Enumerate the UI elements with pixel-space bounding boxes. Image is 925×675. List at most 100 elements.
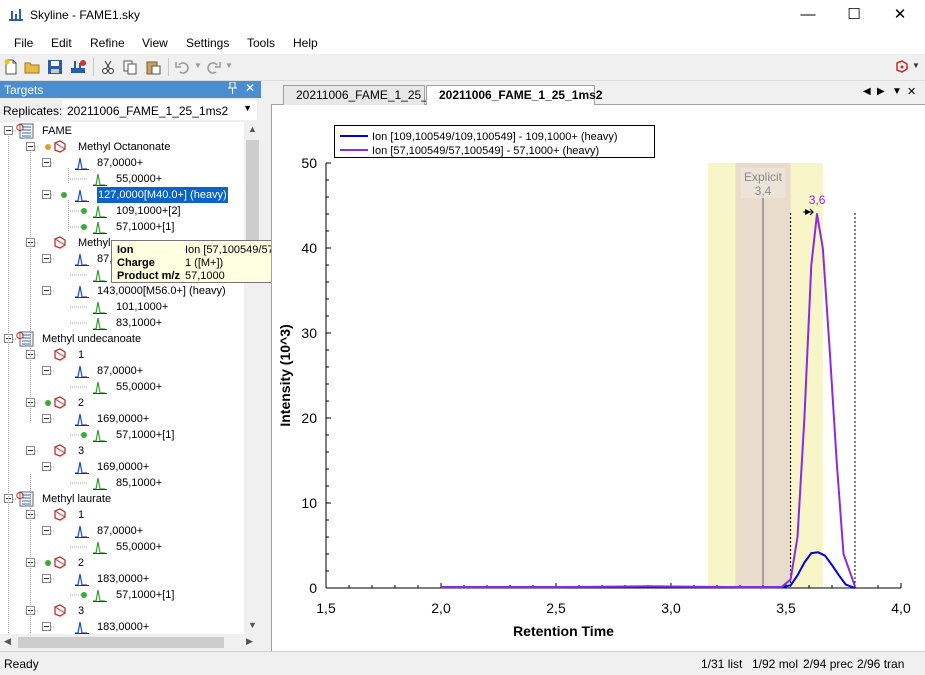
tree-node-label: 57,1000+[1] bbox=[116, 589, 175, 601]
tree-node-label: Methyl laurate bbox=[42, 493, 112, 505]
tree-node-label: 1 bbox=[78, 349, 85, 361]
minimize-button[interactable]: — bbox=[785, 0, 831, 31]
tree-node[interactable]: 57,1000+[1] bbox=[0, 427, 244, 443]
menu-view[interactable]: View bbox=[142, 36, 168, 50]
targets-tree[interactable]: FAME Methyl Octanonate 87,0000+ 55,0000+ 127… bbox=[0, 122, 244, 634]
y-tick-label: 30 bbox=[301, 325, 317, 341]
menu-help[interactable]: Help bbox=[293, 36, 318, 50]
maximize-button[interactable]: ☐ bbox=[831, 0, 877, 31]
tree-node[interactable]: 83,1000+ bbox=[0, 315, 244, 331]
tree-node[interactable]: 143,0000[M56.0+] (heavy) bbox=[0, 283, 244, 299]
tree-node[interactable]: 85,1000+ bbox=[0, 475, 244, 491]
tree-node[interactable]: 3 bbox=[0, 603, 244, 619]
tab-next-icon[interactable]: ▶ bbox=[877, 86, 885, 97]
scrollbar-thumb[interactable] bbox=[246, 140, 259, 256]
tree-node[interactable]: 87,0000+ bbox=[0, 523, 244, 539]
tree-node-label: 183,0000+ bbox=[97, 573, 150, 585]
undo-dropdown-icon[interactable]: ▼ bbox=[194, 61, 202, 70]
tree-node[interactable]: 87,0000+ bbox=[0, 155, 244, 171]
targets-title: Targets bbox=[4, 83, 44, 97]
tree-node[interactable]: 87,0000+ bbox=[0, 363, 244, 379]
tree-node[interactable]: 127,0000[M40.0+] (heavy) bbox=[0, 186, 244, 204]
tree-node[interactable]: 1 bbox=[0, 347, 244, 363]
scroll-left-icon[interactable]: ◀ bbox=[4, 636, 11, 647]
tree-node-label: 183,0000+ bbox=[97, 621, 150, 633]
molecule-dropdown-icon[interactable]: ▼ bbox=[912, 61, 920, 70]
explicit-rt-value: 3,4 bbox=[755, 184, 772, 198]
window-title: Skyline - FAME1.sky bbox=[30, 8, 141, 22]
tree-node[interactable]: 57,1000+[1] bbox=[0, 587, 244, 603]
x-tick-label: 2,0 bbox=[431, 600, 451, 616]
chromatogram-chart[interactable]: Explicit3,4 0 10 20 30 40 50 1,5 2,0 2,5 3,0 3,5 4,0… bbox=[272, 105, 925, 651]
tree-node-label: Methyl Octanonate bbox=[78, 141, 171, 153]
close-pane-icon[interactable]: ✕ bbox=[245, 81, 255, 95]
tree-vertical-scrollbar[interactable]: ▲ ▼ bbox=[244, 122, 261, 634]
y-tick-label: 20 bbox=[301, 410, 317, 426]
tab-menu-icon[interactable]: ▼ bbox=[892, 86, 902, 97]
redo-dropdown-icon[interactable]: ▼ bbox=[225, 61, 233, 70]
tree-node[interactable]: 55,0000+ bbox=[0, 379, 244, 395]
tab-close-icon[interactable]: ✕ bbox=[907, 85, 916, 98]
undo-icon[interactable] bbox=[175, 59, 191, 75]
publish-icon[interactable] bbox=[70, 59, 86, 75]
scroll-right-icon[interactable]: ▶ bbox=[246, 636, 253, 647]
tree-node[interactable]: FAME bbox=[0, 123, 244, 139]
redo-icon[interactable] bbox=[205, 59, 221, 75]
pin-icon[interactable] bbox=[228, 81, 237, 97]
scroll-up-icon[interactable]: ▲ bbox=[248, 124, 257, 134]
open-folder-icon[interactable] bbox=[24, 59, 40, 75]
menu-edit[interactable]: Edit bbox=[51, 36, 72, 50]
tree-node[interactable]: 55,0000+ bbox=[0, 539, 244, 555]
new-file-icon[interactable] bbox=[3, 59, 19, 75]
scroll-down-icon[interactable]: ▼ bbox=[248, 620, 257, 630]
tree-node[interactable]: 2 bbox=[0, 395, 244, 411]
tree-node[interactable]: Methyl laurate bbox=[0, 491, 244, 507]
y-tick-label: 10 bbox=[301, 495, 317, 511]
tree-node[interactable]: 101,1000+ bbox=[0, 299, 244, 315]
molecule-icon[interactable] bbox=[894, 59, 910, 75]
tree-node[interactable]: 183,0000+ bbox=[0, 571, 244, 587]
tree-node[interactable]: 109,1000+[2] bbox=[0, 203, 244, 219]
pane-splitter[interactable] bbox=[261, 81, 271, 651]
toolbar: ▼ ▼ ▼ bbox=[0, 54, 925, 81]
tree-node-label: 55,0000+ bbox=[116, 381, 163, 393]
tree-node[interactable]: 57,1000+[1] bbox=[0, 219, 244, 235]
menu-settings[interactable]: Settings bbox=[186, 36, 229, 50]
toolbar-separator bbox=[168, 58, 169, 76]
tree-horizontal-scrollbar[interactable]: ◀ ▶ bbox=[0, 634, 261, 651]
tree-node-label: 109,1000+[2] bbox=[116, 205, 181, 217]
tab-replicate-1ms2[interactable]: 20211006_FAME_1_25_1ms2 bbox=[426, 85, 602, 106]
x-tick-label: 1,5 bbox=[316, 600, 336, 616]
chromatogram-graph[interactable]: Explicit 3,4 0 10 20 30 40 50 1,5 2,0 2,5 3,0 3,5 4,0… bbox=[271, 105, 925, 651]
tree-node[interactable]: 169,0000+ bbox=[0, 459, 244, 475]
menu-tools[interactable]: Tools bbox=[247, 36, 275, 50]
tree-node[interactable]: 1 bbox=[0, 507, 244, 523]
tab-replicate-1[interactable]: 20211006_FAME_1_25_1 bbox=[283, 85, 435, 105]
tree-node[interactable]: 169,0000+ bbox=[0, 411, 244, 427]
tree-node[interactable]: 2 bbox=[0, 555, 244, 571]
menu-file[interactable]: File bbox=[14, 36, 33, 50]
copy-icon[interactable] bbox=[122, 59, 138, 75]
tree-node[interactable]: 183,0000+ bbox=[0, 619, 244, 634]
tree-node-label: 87,0000+ bbox=[97, 365, 144, 377]
x-tick-label: 3,5 bbox=[776, 600, 796, 616]
tab-prev-icon[interactable]: ◀ bbox=[863, 86, 871, 97]
save-icon[interactable] bbox=[47, 59, 63, 75]
tree-node[interactable]: Methyl undecanoate bbox=[0, 331, 244, 347]
title-bar: Skyline - FAME1.sky — ☐ ✕ bbox=[0, 0, 925, 31]
tree-node-label: 1 bbox=[78, 509, 85, 521]
replicates-dropdown[interactable]: 20211006_FAME_1_25_1ms2 ▼ bbox=[62, 100, 257, 120]
close-window-button[interactable]: ✕ bbox=[877, 0, 923, 31]
cut-icon[interactable] bbox=[100, 59, 116, 75]
status-bar: Ready 1/31 list 1/92 mol 2/94 prec 2/96 … bbox=[0, 651, 925, 675]
tree-node[interactable]: 3 bbox=[0, 443, 244, 459]
tree-node[interactable]: Methyl Octanonate bbox=[0, 139, 244, 155]
tree-node-label: 87,0000+ bbox=[97, 525, 144, 537]
menu-refine[interactable]: Refine bbox=[90, 36, 125, 50]
paste-icon[interactable] bbox=[145, 59, 161, 75]
tooltip-charge-value: 1 ([M+]) bbox=[185, 257, 224, 269]
y-axis-label: Intensity (10^3) bbox=[277, 324, 293, 426]
scrollbar-thumb[interactable] bbox=[18, 637, 224, 648]
tree-node-label: 143,0000[M56.0+] (heavy) bbox=[97, 285, 226, 297]
tree-node[interactable]: 55,0000+ bbox=[0, 171, 244, 187]
